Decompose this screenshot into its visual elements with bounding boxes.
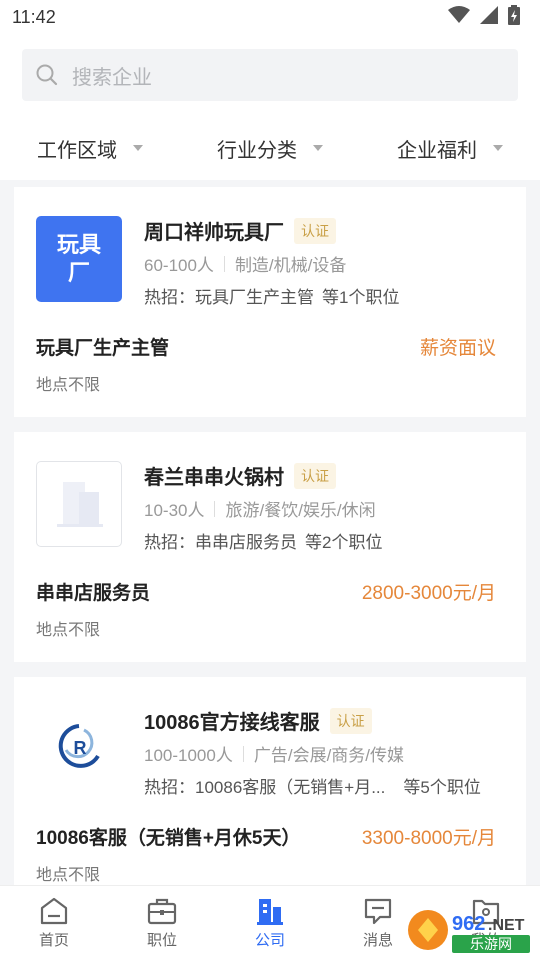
- company-meta: 100-1000人 广告/会展/商务/传媒: [144, 741, 404, 766]
- job-title[interactable]: 玩具厂生产主管: [36, 333, 169, 360]
- svg-text:乐游网: 乐游网: [470, 937, 512, 953]
- hot-job-count: 等5个职位: [403, 778, 481, 797]
- company-industry: 旅游/餐饮/娱乐/休闲: [225, 501, 376, 520]
- job-salary: 3300-8000元/月: [361, 828, 496, 849]
- company-card[interactable]: R 10086官方接线客服 认证 100-1000人 广告/会展/商务/传媒 热…: [14, 677, 526, 887]
- logo-text: 玩具: [56, 232, 101, 257]
- chevron-down-icon: [133, 145, 143, 151]
- header: 搜索企业 工作区域 行业分类 企业福利: [0, 34, 540, 180]
- signal-icon: [480, 5, 498, 29]
- hot-jobs: 热招：串串店服务员 等2个职位: [144, 528, 382, 553]
- chevron-down-icon: [313, 145, 323, 151]
- hot-jobs: 热招：玩具厂生产主管 等1个职位: [144, 283, 399, 308]
- company-name: 周口祥帅玩具厂: [144, 222, 284, 244]
- company-logo-mark: R: [58, 724, 100, 768]
- company-name-row: 10086官方接线客服 认证: [144, 706, 372, 735]
- hot-job-text: 热招：10086客服（无销售+月...: [144, 778, 386, 797]
- svg-text:.NET: .NET: [488, 917, 525, 934]
- job-location: 地点不限: [36, 377, 101, 394]
- verified-badge: 认证: [329, 707, 372, 734]
- job-title[interactable]: 串串店服务员: [36, 578, 150, 605]
- filter-industry[interactable]: 行业分类: [180, 128, 360, 168]
- filter-label: 行业分类: [217, 139, 297, 162]
- company-size: 10-30人: [144, 501, 205, 520]
- company-card[interactable]: 玩具 厂 周口祥帅玩具厂 认证 60-100人 制造/机械/设备 热招：玩具厂生…: [14, 187, 526, 417]
- wifi-icon: [448, 5, 470, 29]
- home-icon: [39, 897, 69, 925]
- tab-label: 职位: [146, 931, 177, 949]
- job-title[interactable]: 10086客服（无销售+月休5天）: [36, 823, 301, 850]
- status-time: 11:42: [12, 6, 56, 27]
- filter-label: 企业福利: [397, 139, 477, 162]
- divider: [242, 745, 244, 762]
- search-input[interactable]: 搜索企业: [22, 49, 518, 101]
- hot-job-count: 等2个职位: [305, 533, 383, 552]
- filter-label: 工作区域: [37, 139, 117, 162]
- job-salary: 2800-3000元/月: [361, 583, 496, 604]
- status-icons: [448, 4, 520, 30]
- message-icon: [363, 897, 393, 925]
- job-location: 地点不限: [36, 867, 101, 884]
- search-icon: [36, 64, 58, 86]
- status-bar: 11:42: [0, 0, 540, 34]
- hot-jobs: 热招：10086客服（无销售+月... 等5个职位: [144, 773, 481, 798]
- company-logo: 玩具 厂: [36, 216, 122, 302]
- tab-label: 首页: [38, 931, 69, 949]
- chevron-down-icon: [493, 145, 503, 151]
- verified-badge: 认证: [294, 462, 336, 489]
- svg-text:R: R: [74, 738, 87, 758]
- filter-benefits[interactable]: 企业福利: [360, 128, 540, 168]
- company-name-row: 春兰串串火锅村 认证: [144, 461, 336, 490]
- company-industry: 广告/会展/商务/传媒: [253, 746, 405, 765]
- tab-label: 公司: [254, 931, 285, 949]
- company-name: 春兰串串火锅村: [144, 467, 284, 489]
- company-logo: R: [36, 706, 122, 792]
- tab-label: 消息: [362, 931, 393, 949]
- hot-job-text: 热招：玩具厂生产主管: [144, 288, 314, 307]
- company-size: 60-100人: [144, 256, 214, 275]
- divider: [214, 500, 216, 517]
- tab-jobs[interactable]: 职位: [108, 886, 216, 960]
- building-placeholder-icon: [49, 472, 109, 537]
- svg-text:962: 962: [452, 913, 485, 935]
- watermark-logo: 962 .NET 乐游网: [406, 906, 534, 956]
- logo-text: 厂: [67, 260, 90, 285]
- company-name: 10086官方接线客服: [144, 712, 320, 734]
- filter-work-area[interactable]: 工作区域: [0, 128, 180, 168]
- search-placeholder: 搜索企业: [72, 66, 152, 89]
- company-meta: 60-100人 制造/机械/设备: [144, 251, 346, 276]
- divider: [223, 255, 225, 272]
- job-location: 地点不限: [36, 622, 101, 639]
- job-salary: 薪资面议: [419, 338, 496, 359]
- company-meta: 10-30人 旅游/餐饮/娱乐/休闲: [144, 496, 376, 521]
- hot-job-text: 热招：串串店服务员: [144, 533, 297, 552]
- briefcase-icon: [147, 897, 177, 925]
- battery-icon: [508, 4, 520, 30]
- company-card[interactable]: 春兰串串火锅村 认证 10-30人 旅游/餐饮/娱乐/休闲 热招：串串店服务员等…: [14, 432, 526, 662]
- tab-home[interactable]: 首页: [0, 886, 108, 960]
- company-name-row: 周口祥帅玩具厂 认证: [144, 216, 336, 245]
- hot-job-count: 等1个职位: [322, 288, 400, 307]
- company-logo: [36, 461, 122, 547]
- building-icon: [255, 897, 285, 925]
- verified-badge: 认证: [294, 217, 336, 244]
- filter-bar: 工作区域 行业分类 企业福利: [0, 128, 540, 168]
- company-industry: 制造/机械/设备: [234, 256, 347, 275]
- tab-company[interactable]: 公司: [216, 886, 324, 960]
- company-size: 100-1000人: [144, 746, 233, 765]
